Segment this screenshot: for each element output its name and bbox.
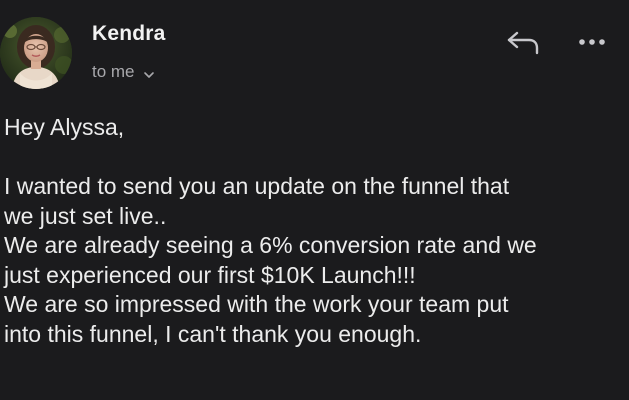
more-options-button[interactable] — [574, 28, 610, 56]
avatar[interactable] — [0, 17, 72, 89]
sender-name: Kendra — [92, 22, 166, 45]
chevron-down-icon — [143, 66, 155, 78]
email-body-line: we just set live.. — [4, 202, 167, 229]
email-greeting: Hey Alyssa, — [4, 114, 125, 140]
email-body-line: into this funnel, I can't thank you enou… — [4, 320, 422, 347]
email-header: Kendra to me — [0, 0, 629, 100]
email-body: Hey Alyssa, I wanted to send you an upda… — [4, 113, 624, 349]
email-body-line: I wanted to send you an update on the fu… — [4, 173, 510, 199]
email-body-line: We are already seeing a 6% conversion ra… — [4, 232, 537, 258]
reply-icon — [507, 31, 539, 55]
more-options-icon — [579, 39, 605, 45]
avatar-photo — [0, 17, 72, 89]
recipient-details-toggle[interactable]: to me — [92, 62, 155, 82]
reply-button[interactable] — [503, 27, 543, 59]
email-body-line: just experienced our first $10K Launch!!… — [4, 261, 416, 288]
recipient-label: to me — [92, 62, 135, 81]
email-body-line: We are so impressed with the work your t… — [4, 291, 509, 317]
